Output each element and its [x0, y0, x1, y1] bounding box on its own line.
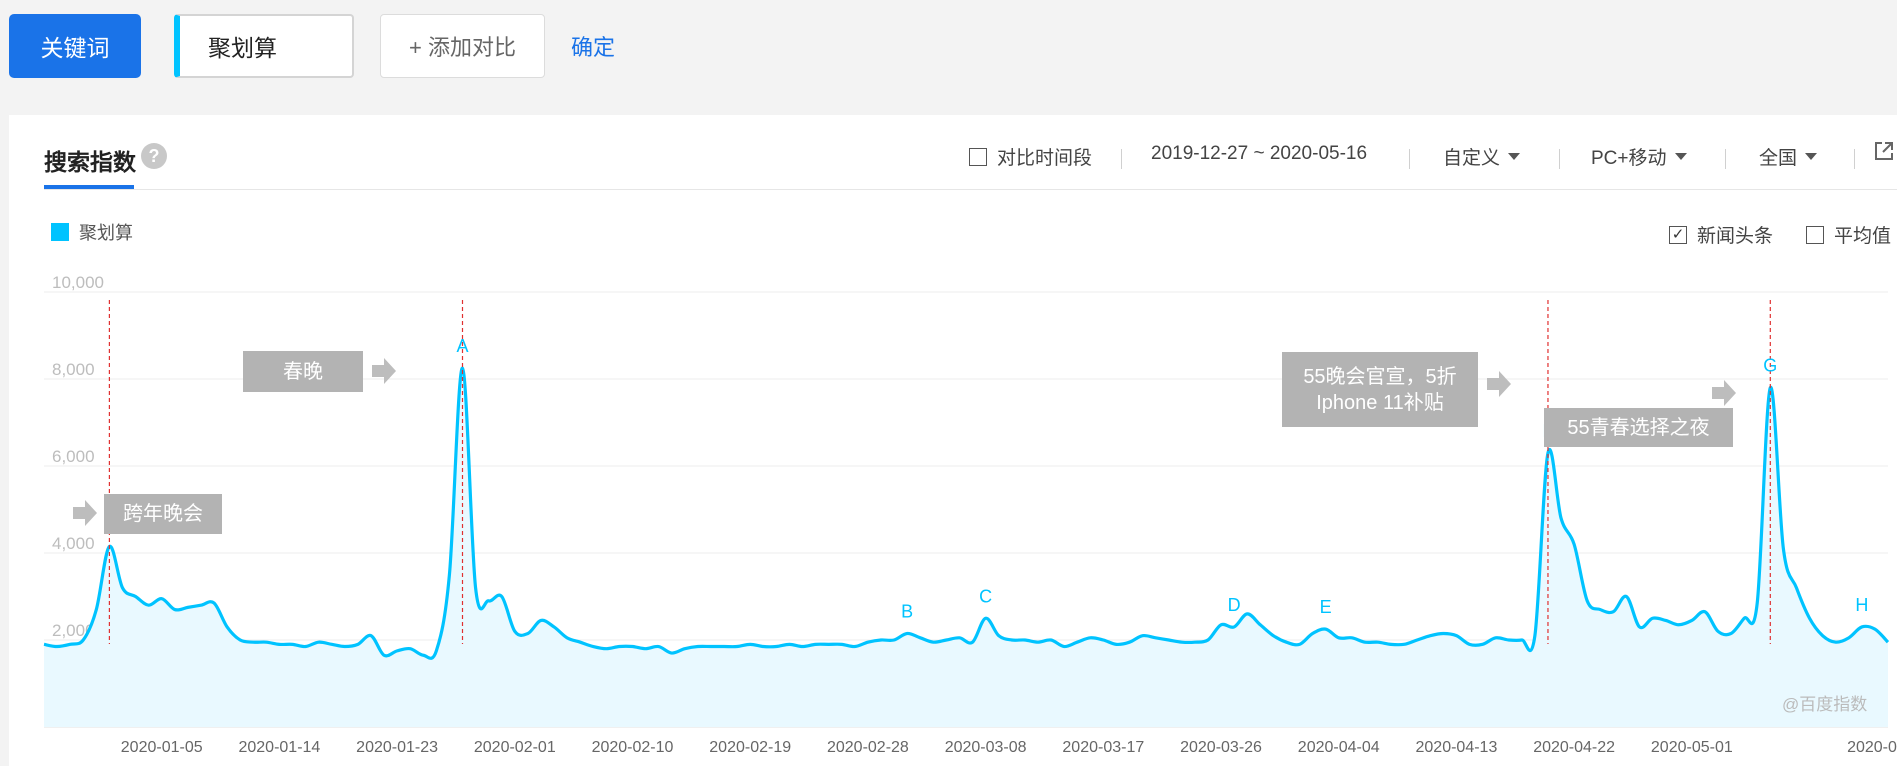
arrow-right-icon — [1487, 371, 1511, 397]
x-tick-label: 2020-01-14 — [238, 739, 320, 756]
y-tick-label: 8,000 — [52, 360, 95, 379]
event-marker-E: E — [1320, 597, 1332, 617]
event-marker-H: H — [1855, 595, 1868, 615]
x-tick-label: 2020-04-22 — [1533, 739, 1615, 756]
watermark: @百度指数 — [1782, 695, 1868, 714]
x-tick-label: 2020-01-23 — [356, 739, 438, 756]
x-tick-label: 2020-03-26 — [1180, 739, 1262, 756]
annotation-spring-festival-gala: 春晚 — [243, 351, 363, 392]
y-tick-label: 6,000 — [52, 447, 95, 466]
x-tick-label: 2020-03-08 — [945, 739, 1027, 756]
y-tick-label: 4,000 — [52, 534, 95, 553]
x-tick-label: 2020-04-04 — [1298, 739, 1380, 756]
event-marker-A: A — [456, 336, 468, 356]
x-tick-label: 2020-01-05 — [121, 739, 203, 756]
x-tick-label: 2020-02-01 — [474, 739, 556, 756]
arrow-right-icon — [372, 358, 396, 384]
annotation-new-year-gala: 跨年晚会 — [104, 494, 222, 534]
x-tick-label: 2020-05-01 — [1651, 739, 1733, 756]
x-tick-label: 2020-02-19 — [709, 739, 791, 756]
annotation-55-youth-night: 55青春选择之夜 — [1544, 408, 1733, 447]
x-tick-label: 2020-02-10 — [592, 739, 674, 756]
annotation-55-gala: 55晚会官宣，5折 Iphone 11补贴 — [1282, 352, 1478, 427]
x-tick-label: 2020-04-13 — [1416, 739, 1498, 756]
event-marker-D: D — [1228, 595, 1241, 615]
y-tick-label: 10,000 — [52, 273, 104, 292]
event-marker-B: B — [901, 601, 913, 621]
x-tick-label: 2020-05-16 — [1847, 739, 1897, 756]
arrow-right-icon — [1712, 380, 1736, 406]
arrow-right-icon — [73, 500, 97, 526]
event-marker-G: G — [1763, 356, 1777, 376]
event-marker-C: C — [979, 586, 992, 606]
x-tick-label: 2020-03-17 — [1062, 739, 1144, 756]
x-tick-label: 2020-02-28 — [827, 739, 909, 756]
